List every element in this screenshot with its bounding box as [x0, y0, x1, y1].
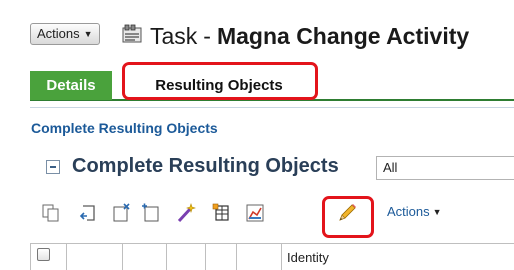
chart-icon[interactable] — [244, 202, 266, 224]
collapse-icon[interactable] — [46, 160, 60, 174]
object-type: Task — [150, 23, 198, 49]
column-divider — [66, 243, 67, 270]
column-divider — [166, 243, 167, 270]
remove-object-icon[interactable] — [140, 202, 162, 224]
table-actions-menu[interactable]: Actions ▼ — [387, 204, 442, 219]
highlight-box-tab — [122, 62, 318, 100]
actions-menu-label: Actions — [37, 26, 80, 41]
task-icon — [122, 24, 142, 43]
column-divider — [30, 243, 31, 270]
column-divider — [236, 243, 237, 270]
chevron-down-icon: ▼ — [432, 206, 442, 217]
column-divider — [205, 243, 206, 270]
wand-icon[interactable] — [175, 202, 197, 224]
table-settings-icon[interactable] — [211, 202, 233, 224]
object-name: Magna Change Activity — [216, 23, 470, 49]
tab-details[interactable]: Details — [30, 71, 112, 100]
panel-divider — [30, 107, 514, 108]
table-header-border — [30, 243, 514, 244]
table-title: Complete Resulting Objects — [72, 155, 339, 177]
page-title: Task - Magna Change Activity — [150, 22, 469, 50]
filter-select[interactable]: All — [376, 156, 514, 180]
chevron-down-icon: ▼ — [83, 28, 93, 39]
paste-icon[interactable] — [77, 202, 99, 224]
section-link-complete-resulting-objects[interactable]: Complete Resulting Objects — [31, 120, 218, 136]
column-divider — [281, 243, 282, 270]
column-divider — [122, 243, 123, 270]
select-all-checkbox[interactable] — [37, 248, 50, 261]
highlight-box-pencil — [322, 196, 374, 238]
add-object-icon[interactable] — [110, 202, 132, 224]
copy-icon[interactable] — [40, 202, 62, 224]
actions-menu-button[interactable]: Actions ▼ — [30, 23, 100, 45]
column-header-identity[interactable]: Identity — [287, 250, 329, 265]
table-actions-label: Actions — [387, 204, 430, 219]
title-separator: - — [203, 23, 211, 49]
